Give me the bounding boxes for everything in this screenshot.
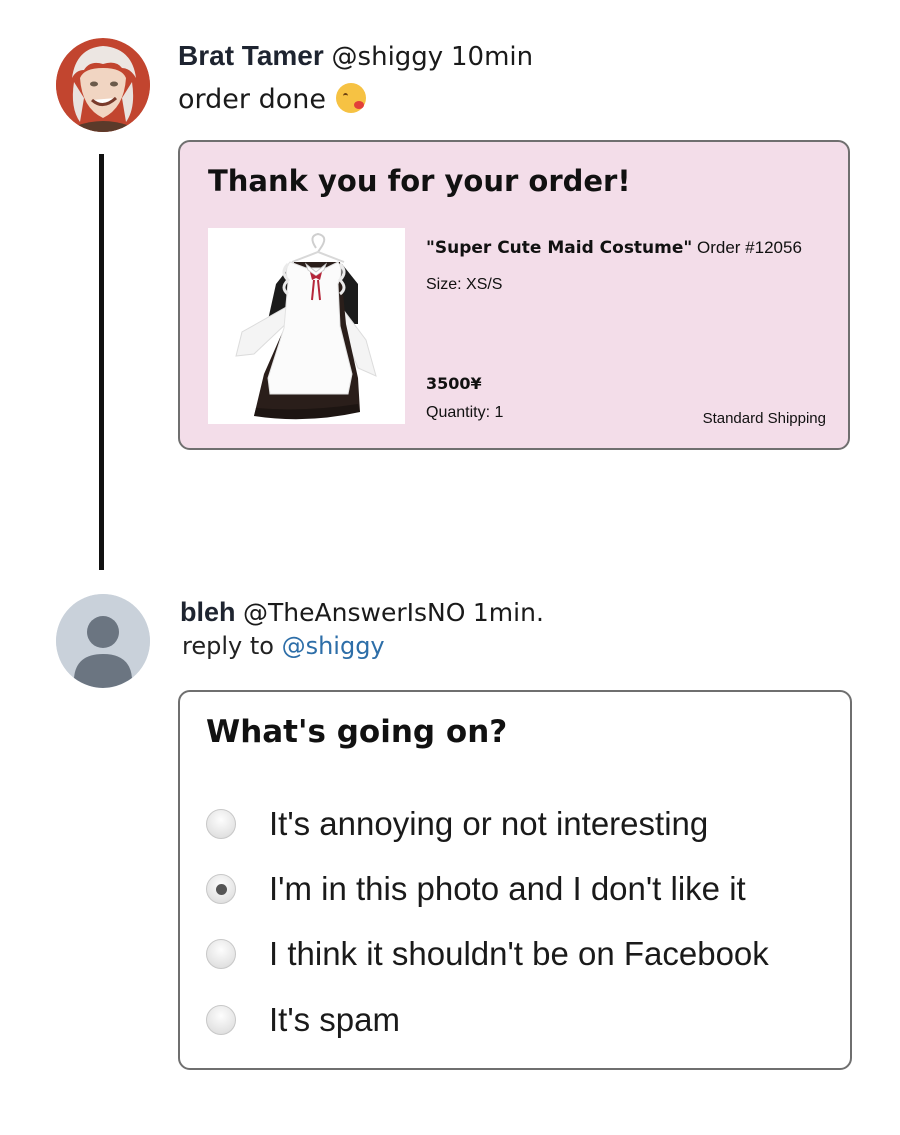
default-user-icon — [56, 594, 150, 688]
product-name-line: "Super Cute Maid Costume" Order #12056 — [426, 238, 802, 258]
radio-button-icon[interactable] — [206, 1005, 236, 1035]
reply-mention-link[interactable]: @shiggy — [282, 632, 385, 660]
report-option-label: It's spam — [269, 1001, 401, 1038]
author-handle[interactable]: @shiggy — [332, 42, 444, 72]
product-price: 3500¥ — [426, 374, 482, 393]
report-option-label: It's annoying or not interesting — [269, 805, 709, 842]
radio-button-icon[interactable] — [206, 939, 236, 969]
reply-author-name[interactable]: bleh — [180, 597, 236, 627]
reply-time: 1min. — [472, 598, 544, 627]
report-dialog-card: What's going on? It's annoying or not in… — [178, 690, 852, 1070]
product-quantity: Quantity: 1 — [426, 404, 504, 421]
report-option-label: I'm in this photo and I don't like it — [269, 870, 746, 907]
kissing-face-emoji-icon — [335, 83, 366, 113]
avatar-brat-tamer[interactable] — [56, 38, 150, 132]
report-option-annoying[interactable]: It's annoying or not interesting — [206, 802, 708, 846]
maid-costume-illustration — [235, 232, 377, 420]
post-header: Brat Tamer @shiggy 10min — [178, 38, 533, 75]
order-confirmation-card[interactable]: Thank you for your order! "Super Cute Ma… — [178, 140, 850, 450]
avatar-bleh[interactable] — [56, 594, 150, 688]
product-name[interactable]: "Super Cute Maid Costume" — [426, 238, 692, 258]
order-number: Order #12056 — [697, 238, 802, 257]
post-time: 10min — [450, 42, 534, 72]
reply-author-handle[interactable]: @TheAnswerIsNO — [243, 598, 465, 627]
avatar-illustration — [56, 38, 150, 132]
report-option-not-on-facebook[interactable]: I think it shouldn't be on Facebook — [206, 932, 769, 976]
post-text: order done — [178, 82, 366, 118]
report-option-in-photo[interactable]: I'm in this photo and I don't like it — [206, 867, 746, 911]
reply-to-prefix: reply to — [182, 632, 274, 660]
report-option-spam[interactable]: It's spam — [206, 998, 400, 1042]
report-title: What's going on? — [206, 714, 508, 750]
report-option-label: I think it shouldn't be on Facebook — [269, 935, 769, 972]
reply-header: bleh @TheAnswerIsNO 1min. — [180, 594, 544, 631]
shipping-method: Standard Shipping — [702, 410, 826, 427]
order-title: Thank you for your order! — [208, 164, 631, 198]
radio-button-selected-icon[interactable] — [206, 874, 236, 904]
post-text-content: order done — [178, 84, 326, 115]
product-image-maid-costume — [208, 228, 405, 424]
author-name[interactable]: Brat Tamer — [178, 40, 324, 71]
product-size: Size: XS/S — [426, 276, 503, 293]
reply-to-line: reply to @shiggy — [182, 630, 385, 662]
radio-button-icon[interactable] — [206, 809, 236, 839]
thread-line — [99, 154, 104, 570]
